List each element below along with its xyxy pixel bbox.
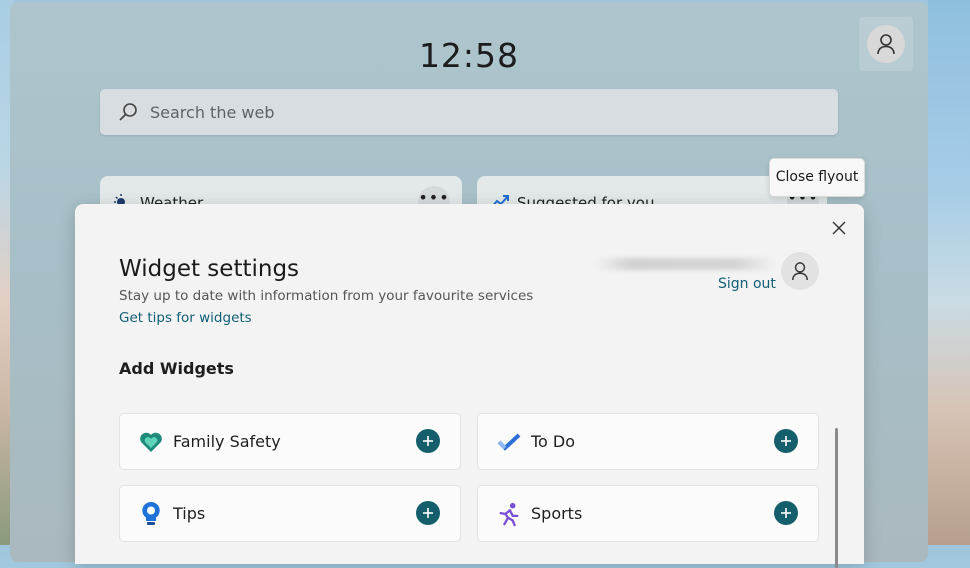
widget-tile-label: Sports <box>531 504 583 523</box>
plus-icon <box>781 508 791 518</box>
profile-button[interactable] <box>859 17 913 71</box>
widget-tile-label: Tips <box>173 504 206 523</box>
add-widget-button[interactable] <box>774 429 798 453</box>
search-icon <box>119 103 137 121</box>
widget-tile-family-safety[interactable]: Family Safety <box>119 413 461 470</box>
tips-link[interactable]: Get tips for widgets <box>119 310 252 326</box>
widget-tile-sports[interactable]: Sports <box>477 485 819 542</box>
sports-icon <box>497 502 521 527</box>
search-placeholder: Search the web <box>150 102 275 122</box>
widget-tile-tips[interactable]: Tips <box>119 485 461 542</box>
close-button[interactable] <box>828 217 850 239</box>
page-subtitle: Stay up to date with information from yo… <box>119 288 534 304</box>
widget-tile-to-do[interactable]: To Do <box>477 413 819 470</box>
tips-icon <box>139 501 163 526</box>
family-safety-icon <box>139 430 163 454</box>
person-icon <box>792 262 808 281</box>
search-input[interactable]: Search the web <box>100 89 838 135</box>
widget-tile-label: Family Safety <box>173 432 281 451</box>
desktop-wallpaper <box>928 0 970 545</box>
sign-out-link[interactable]: Sign out <box>718 276 776 292</box>
section-title: Add Widgets <box>119 359 234 378</box>
avatar <box>781 252 819 290</box>
todo-icon <box>497 430 521 454</box>
person-icon <box>877 34 895 55</box>
plus-icon <box>423 508 433 518</box>
page-title: Widget settings <box>119 256 300 282</box>
add-widget-button[interactable] <box>416 501 440 525</box>
add-widget-button[interactable] <box>416 429 440 453</box>
account-email-redacted <box>595 258 775 270</box>
close-flyout-tooltip: Close flyout <box>769 158 865 197</box>
widget-tile-label: To Do <box>531 432 576 451</box>
plus-icon <box>781 436 791 446</box>
clock: 12:58 <box>418 36 520 75</box>
close-icon <box>832 221 846 235</box>
avatar <box>867 25 905 63</box>
scrollbar[interactable] <box>835 428 838 568</box>
plus-icon <box>423 436 433 446</box>
widget-settings-panel: Widget settings Stay up to date with inf… <box>75 204 864 568</box>
add-widget-button[interactable] <box>774 501 798 525</box>
